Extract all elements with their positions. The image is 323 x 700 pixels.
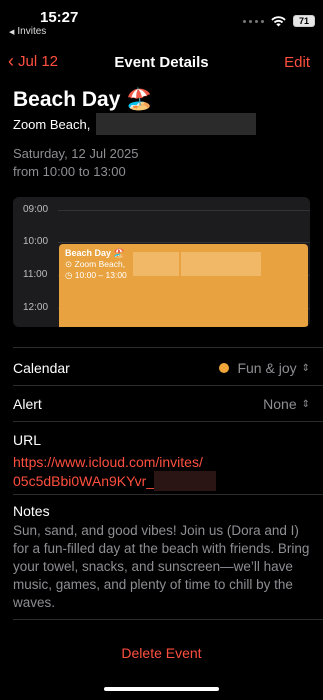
hour-label: 10:00: [23, 236, 49, 247]
timeline-event-location: Zoom Beach,: [74, 259, 126, 269]
url-line-2-row[interactable]: 05c5dBbi0WAn9KYvr_: [13, 471, 217, 491]
alert-row[interactable]: Alert None ⇕: [13, 386, 310, 422]
url-label: URL: [13, 432, 42, 448]
edit-button[interactable]: Edit: [284, 54, 310, 71]
divider: [13, 347, 323, 348]
chevron-updown-icon: ⇕: [301, 398, 310, 410]
notes-text: Sun, sand, and good vibes! Join us (Dora…: [13, 523, 310, 610]
event-location: Zoom Beach,: [13, 113, 257, 135]
home-indicator[interactable]: [104, 687, 219, 691]
back-to-app[interactable]: ◀ Invites: [9, 26, 46, 37]
hour-label: 12:00: [23, 302, 49, 313]
event-date-block: Saturday, 12 Jul 2025 from 10:00 to 13:0…: [13, 145, 139, 181]
signal-dots-icon: [243, 19, 264, 23]
event-date: Saturday, 12 Jul 2025: [13, 146, 139, 161]
calendar-value[interactable]: Fun & joy ⇕: [219, 360, 310, 376]
event-title: Beach Day 🏖️: [13, 88, 153, 111]
calendar-color-dot: [219, 363, 230, 373]
redacted-block: [181, 252, 261, 276]
divider: [13, 619, 323, 620]
url-line-1[interactable]: https://www.icloud.com/invites/: [13, 453, 216, 471]
delete-event-button[interactable]: Delete Event: [0, 645, 323, 661]
location-pin-icon: ⊙: [65, 259, 73, 269]
url-line-2[interactable]: 05c5dBbi0WAn9KYvr_: [13, 472, 154, 490]
battery-icon: 71: [293, 15, 315, 27]
event-time-range: from 10:00 to 13:00: [13, 164, 126, 179]
back-triangle-icon: ◀: [9, 28, 15, 36]
nav-bar: ‹ Jul 12 Event Details Edit: [0, 50, 323, 74]
hour-label: 09:00: [23, 204, 49, 215]
calendar-row[interactable]: Calendar Fun & joy ⇕: [13, 350, 310, 386]
hour-line: [58, 210, 310, 211]
divider: [13, 421, 323, 422]
status-time: 15:27: [40, 9, 79, 26]
notes-label: Notes: [13, 503, 50, 519]
calendar-label: Calendar: [13, 360, 70, 376]
chevron-updown-icon: ⇕: [301, 362, 310, 374]
redacted-block: [133, 252, 179, 276]
redacted-location: [96, 113, 257, 135]
status-indicators: 71: [243, 15, 315, 27]
hour-line: [58, 242, 310, 243]
timeline-event-time: 10:00 – 13:00: [74, 270, 127, 280]
day-timeline[interactable]: 09:00 10:00 11:00 12:00 Beach Day 🏖️ ⊙ Z…: [13, 197, 310, 327]
timeline-event-block[interactable]: Beach Day 🏖️ ⊙ Zoom Beach, ◷ 10:00 – 13:…: [59, 244, 308, 327]
page-title: Event Details: [114, 54, 209, 71]
calendar-name: Fun & joy: [237, 360, 297, 376]
hour-label: 11:00: [23, 269, 48, 280]
alert-label: Alert: [13, 396, 42, 412]
url-link[interactable]: https://www.icloud.com/invites/ 05c5dBbi…: [13, 453, 217, 491]
wifi-icon: [271, 15, 286, 26]
alert-option: None: [263, 396, 297, 412]
redacted-url: [154, 471, 217, 491]
divider: [13, 494, 323, 495]
status-bar: 15:27 ◀ Invites 71: [0, 0, 323, 40]
alert-value[interactable]: None ⇕: [263, 396, 310, 412]
back-app-label: Invites: [17, 26, 47, 37]
event-location-text: Zoom Beach,: [13, 116, 91, 132]
clock-icon: ◷: [65, 270, 73, 280]
